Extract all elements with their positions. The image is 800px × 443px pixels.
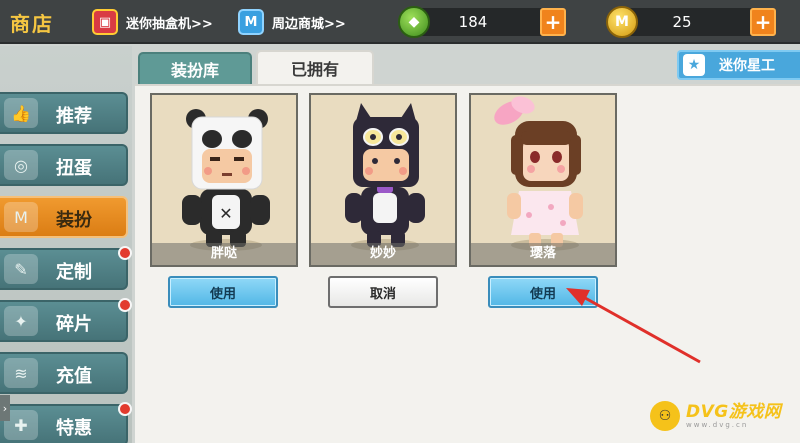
sidebar-item-label: 扭蛋 <box>56 158 92 179</box>
sidebar-item-deals[interactable]: ✚ 特惠 <box>0 402 132 443</box>
collapse-arrow-icon[interactable]: › <box>0 395 10 421</box>
brush-icon: ✎ <box>4 254 38 284</box>
capsule-icon: ◎ <box>4 150 38 180</box>
add-coins-button[interactable]: + <box>750 8 776 36</box>
tab-owned[interactable]: 已拥有 <box>256 50 374 84</box>
sidebar-item-recharge[interactable]: ≋ 充值 <box>0 352 128 394</box>
top-bar: 商店 ▣ 迷你抽盒机>> M 周边商城>> ◆ 184 + M 25 + <box>0 0 800 44</box>
cat-character-image <box>345 103 425 251</box>
puzzle-icon: ✦ <box>4 306 38 336</box>
tab-wardrobe[interactable]: 装扮库 <box>138 52 252 84</box>
notification-dot <box>118 298 132 312</box>
svg-text:✕: ✕ <box>219 204 232 223</box>
gem-icon: ◆ <box>398 6 430 38</box>
site-watermark: ⚇ DVG游戏网 www.dvg.cn <box>650 396 800 436</box>
coin-icon: M <box>606 6 638 38</box>
skin-name: 璎落 <box>471 243 615 265</box>
shirt-icon: M <box>4 202 38 232</box>
sidebar-item-label: 推荐 <box>56 106 92 127</box>
skin-name: 胖哒 <box>152 243 296 265</box>
girl-character-image <box>494 96 583 251</box>
annotation-arrow-icon <box>566 288 701 364</box>
sidebar-item-custom[interactable]: ✎ 定制 <box>0 246 132 290</box>
gamepad-logo-icon: ⚇ <box>650 401 680 431</box>
sidebar-item-label: 特惠 <box>56 418 92 439</box>
sidebar-item-label: 碎片 <box>56 314 92 335</box>
shopping-bag-icon: M <box>238 9 264 35</box>
sidebar-item-outfit[interactable]: M 装扮 <box>0 196 128 238</box>
merch-mall-link[interactable]: M 周边商城>> <box>238 9 346 35</box>
sidebar: 👍 推荐 ◎ 扭蛋 M 装扮 ✎ 定制 ✦ 碎片 ≋ 充值 ✚ 特惠 <box>0 46 132 443</box>
sidebar-item-label: 定制 <box>56 262 92 283</box>
thumbs-up-icon: 👍 <box>4 98 38 128</box>
merch-mall-label: 周边商城>> <box>272 16 346 32</box>
mini-star-workshop-label: 迷你星工 <box>719 58 775 74</box>
mini-gacha-label: 迷你抽盒机>> <box>126 16 213 32</box>
watermark-url: www.dvg.cn <box>686 420 749 429</box>
cancel-button-cat[interactable]: 取消 <box>328 276 438 308</box>
use-button-panda[interactable]: 使用 <box>168 276 278 308</box>
skin-card-panda[interactable]: ✕ 胖哒 <box>150 93 298 267</box>
sidebar-item-recommend[interactable]: 👍 推荐 <box>0 92 128 134</box>
gacha-machine-icon: ▣ <box>92 9 118 35</box>
skin-name: 妙妙 <box>311 243 455 265</box>
skin-card-cat[interactable]: 妙妙 <box>309 93 457 267</box>
sidebar-item-label: 充值 <box>56 366 92 387</box>
notification-dot <box>118 246 132 260</box>
sidebar-item-label: 装扮 <box>56 210 92 231</box>
add-gems-button[interactable]: + <box>540 8 566 36</box>
panda-character-image: ✕ <box>182 109 270 251</box>
coin-balance: M 25 + <box>606 6 776 38</box>
watermark-text: DVG游戏网 www.dvg.cn <box>686 403 781 430</box>
coins-icon: ≋ <box>4 358 38 388</box>
shop-title: 商店 <box>10 12 54 36</box>
gem-balance: ◆ 184 + <box>398 6 566 38</box>
mini-gacha-link[interactable]: ▣ 迷你抽盒机>> <box>92 9 213 35</box>
star-icon: ★ <box>683 54 705 76</box>
watermark-main: DVG游戏网 <box>686 401 782 422</box>
sidebar-item-gacha[interactable]: ◎ 扭蛋 <box>0 144 128 186</box>
skin-card-girl[interactable]: 璎落 <box>469 93 617 267</box>
notification-dot <box>118 402 132 416</box>
sidebar-item-fragments[interactable]: ✦ 碎片 <box>0 298 132 342</box>
mini-star-workshop-tab[interactable]: ★ 迷你星工 <box>677 50 800 80</box>
